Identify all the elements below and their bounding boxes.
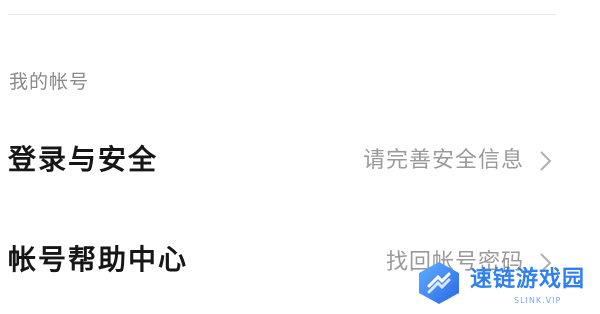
- section-header-my-account: 我的帐号: [9, 71, 90, 93]
- chevron-right-icon: [540, 151, 552, 171]
- row-title: 登录与安全: [8, 143, 159, 176]
- watermark-logo-icon: [419, 262, 459, 304]
- row-hint: 请完善安全信息: [362, 148, 524, 173]
- watermark-text: 速链游戏园: [470, 267, 586, 292]
- watermark: 速链游戏园 SLINK.VIP: [396, 258, 600, 314]
- row-title: 帐号帮助中心: [8, 243, 189, 276]
- top-divider: [8, 14, 556, 15]
- row-login-security[interactable]: 登录与安全 请完善安全信息: [0, 130, 600, 190]
- watermark-subtext: SLINK.VIP: [514, 296, 562, 305]
